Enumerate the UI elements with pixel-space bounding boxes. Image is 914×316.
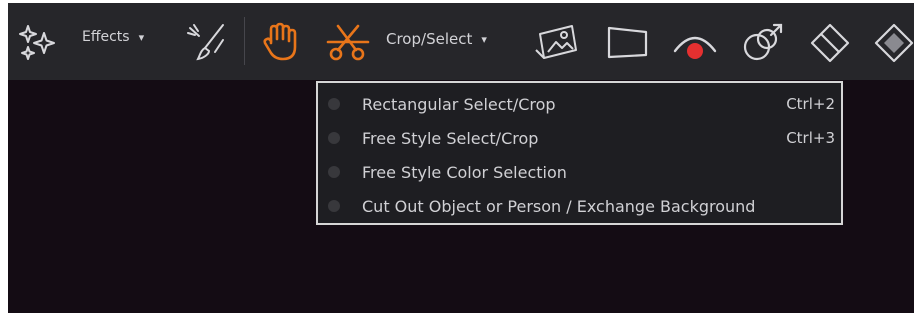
menu-item-color-selection[interactable]: Free Style Color Selection bbox=[318, 155, 841, 189]
crop-select-dropdown[interactable]: Crop/Select ▾ bbox=[386, 30, 487, 48]
crop-select-label: Crop/Select bbox=[386, 30, 473, 48]
radio-icon bbox=[328, 200, 340, 212]
menu-item-label: Cut Out Object or Person / Exchange Back… bbox=[362, 197, 756, 216]
red-eye-icon[interactable] bbox=[673, 25, 717, 63]
effects-label: Effects bbox=[82, 29, 130, 45]
scissors-icon[interactable] bbox=[326, 22, 370, 62]
toolbar: Effects ▾ Crop/Select ▾ bbox=[8, 3, 914, 80]
effects-dropdown[interactable]: Effects ▾ bbox=[82, 29, 144, 45]
brush-icon[interactable] bbox=[185, 22, 227, 62]
toolbar-divider bbox=[244, 17, 245, 65]
sparkles-icon[interactable] bbox=[18, 23, 58, 63]
app-window: Effects ▾ Crop/Select ▾ Rectangular Sele… bbox=[8, 3, 914, 313]
crop-select-caret-icon: ▾ bbox=[481, 32, 487, 46]
menu-item-cut-out-object[interactable]: Cut Out Object or Person / Exchange Back… bbox=[318, 189, 841, 223]
radio-icon bbox=[328, 166, 340, 178]
menu-item-shortcut: Ctrl+2 bbox=[786, 95, 835, 113]
crop-select-menu: Rectangular Select/Crop Ctrl+2 Free Styl… bbox=[316, 81, 843, 225]
perspective-icon[interactable] bbox=[606, 23, 650, 61]
menu-item-label: Rectangular Select/Crop bbox=[362, 95, 556, 114]
menu-item-label: Free Style Color Selection bbox=[362, 163, 567, 182]
radio-icon bbox=[328, 132, 340, 144]
hand-icon[interactable] bbox=[262, 21, 298, 63]
clone-stamp-icon[interactable] bbox=[741, 21, 785, 63]
menu-item-label: Free Style Select/Crop bbox=[362, 129, 539, 148]
fill-icon[interactable] bbox=[874, 21, 914, 63]
menu-item-shortcut: Ctrl+3 bbox=[786, 129, 835, 147]
radio-icon bbox=[328, 98, 340, 110]
eraser-icon[interactable] bbox=[808, 21, 852, 63]
photo-icon[interactable] bbox=[534, 20, 580, 64]
menu-item-rectangular-select[interactable]: Rectangular Select/Crop Ctrl+2 bbox=[318, 87, 841, 121]
effects-caret-icon: ▾ bbox=[138, 30, 145, 44]
menu-item-free-style-select[interactable]: Free Style Select/Crop Ctrl+3 bbox=[318, 121, 841, 155]
